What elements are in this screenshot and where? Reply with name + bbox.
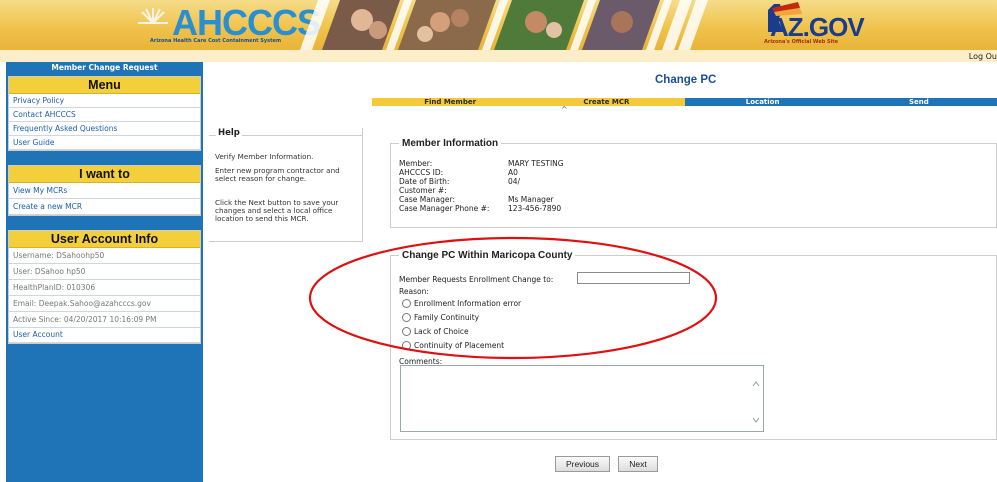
i-want-to-panel: I want to View My MCRs Create a new MCR — [8, 165, 201, 216]
logout-link[interactable]: Log Ou — [969, 52, 997, 61]
help-text-enter: Enter new program contractor and select … — [215, 166, 340, 183]
help-text-next: Click the Next button to save your chang… — [215, 198, 339, 223]
healthplan-id-info: HealthPlanID: 010306 — [9, 280, 200, 296]
azgov-logo[interactable]: AZ.GOV — [770, 14, 865, 40]
user-guide-link[interactable]: User Guide — [9, 136, 200, 150]
sidebar: Member Change Request Menu Privacy Polic… — [6, 62, 203, 482]
help-text-verify: Verify Member Information. — [215, 152, 314, 161]
user-account-panel: User Account Info Username: DSahoohp50 U… — [8, 230, 201, 344]
previous-button[interactable]: Previous — [555, 456, 610, 472]
create-mcr-link[interactable]: Create a new MCR — [9, 199, 200, 215]
next-button[interactable]: Next — [618, 456, 658, 472]
member-information-legend: Member Information — [399, 138, 502, 149]
step-send: Send — [840, 98, 997, 106]
header-photo-strip — [300, 0, 708, 50]
i-want-to-heading: I want to — [9, 166, 200, 183]
case-manager-value: Ms Manager — [508, 195, 554, 204]
comments-scrollbar[interactable] — [749, 366, 763, 431]
case-manager-phone-value: 123-456-7890 — [508, 204, 562, 213]
username-info: Username: DSahoohp50 — [9, 248, 200, 264]
sidebar-title: Member Change Request — [51, 63, 158, 72]
user-info: User: DSahoo hp50 — [9, 264, 200, 280]
user-account-heading: User Account Info — [9, 231, 200, 248]
progress-steps: Find Member Create MCR Location Send — [372, 98, 997, 106]
help-title: Help — [216, 128, 242, 138]
dob-label: Date of Birth: — [399, 177, 450, 186]
ahcccs-logo[interactable]: AHCCCS — [172, 4, 321, 42]
header-subbar — [0, 50, 997, 62]
dob-value: 04/ — [508, 177, 521, 186]
active-since-info: Active Since: 04/20/2017 10:16:09 PM — [9, 312, 200, 328]
ahcccs-sun-icon — [138, 8, 168, 24]
ahcccs-id-value: A0 — [508, 168, 518, 177]
menu-panel: Menu Privacy Policy Contact AHCCCS Frequ… — [8, 76, 201, 151]
red-annotation-oval — [308, 236, 718, 360]
member-information-section: Member Information Member: AHCCCS ID: Da… — [390, 138, 997, 228]
email-info: Email: Deepak.Sahoo@azahcccs.gov — [9, 296, 200, 312]
customer-number-label: Customer #: — [399, 186, 447, 195]
step-location: Location — [684, 98, 841, 106]
member-value: MARY TESTING — [508, 159, 564, 168]
help-panel: Help Verify Member Information. Enter ne… — [209, 128, 363, 242]
azgov-subtitle: Arizona's Official Web Site — [764, 39, 839, 45]
page-title: Change PC — [655, 74, 717, 86]
privacy-policy-link[interactable]: Privacy Policy — [9, 94, 200, 108]
member-label: Member: — [399, 159, 433, 168]
view-my-mcrs-link[interactable]: View My MCRs — [9, 183, 200, 199]
step-find-member: Find Member — [372, 98, 529, 106]
site-header: AHCCCS Arizona Health Care Cost Containm… — [0, 0, 997, 50]
ahcccs-logo-subtitle: Arizona Health Care Cost Containment Sys… — [150, 38, 282, 44]
current-step-caret-icon: ^ — [561, 105, 568, 114]
case-manager-label: Case Manager: — [399, 195, 456, 204]
menu-heading: Menu — [9, 77, 200, 94]
user-account-link[interactable]: User Account — [9, 328, 200, 343]
contact-link[interactable]: Contact AHCCCS — [9, 108, 200, 122]
comments-textarea[interactable] — [400, 365, 764, 432]
step-create-mcr: Create MCR — [528, 98, 685, 106]
case-manager-phone-label: Case Manager Phone #: — [399, 204, 490, 213]
faq-link[interactable]: Frequently Asked Questions — [9, 122, 200, 136]
ahcccs-id-label: AHCCCS ID: — [399, 168, 444, 177]
